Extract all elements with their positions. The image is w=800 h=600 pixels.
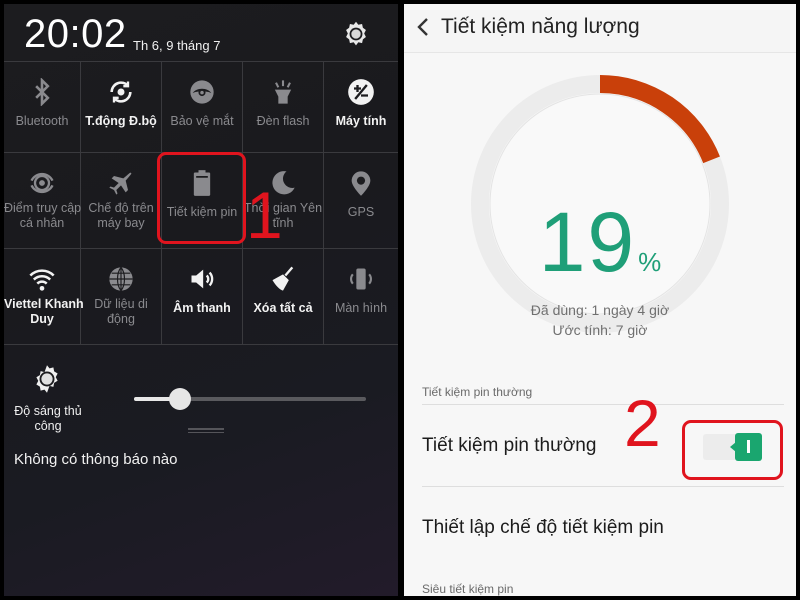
tile-label: Màn hình [334, 301, 388, 315]
percent-sign: % [638, 247, 662, 277]
tile-label-line2: Duy [30, 312, 54, 326]
tile-label: Bảo vệ mắt [170, 114, 234, 128]
bluetooth-icon [35, 78, 50, 106]
tile-label: GPS [347, 205, 375, 219]
tile-label-line2: động [107, 312, 135, 326]
brightness-slider[interactable] [134, 388, 366, 410]
airplane-icon [109, 172, 132, 195]
tile-label: Chế độ trên máy bay [81, 201, 161, 231]
settings-gear-icon[interactable] [342, 20, 370, 48]
tile-label: Bluetooth [15, 114, 69, 128]
no-notifications-text: Không có thông báo nào [14, 451, 178, 468]
tile-screen-rotation[interactable]: Màn hình [324, 249, 398, 344]
flashlight-icon [274, 80, 292, 104]
tile-label-line1: Dữ liệu di [94, 297, 148, 311]
tile-label: T.động Đ.bộ [85, 114, 157, 128]
wifi-icon [29, 269, 55, 291]
moon-icon [272, 171, 295, 195]
normal-saver-toggle[interactable] [703, 433, 763, 461]
saver-settings-item[interactable]: Thiết lập chế độ tiết kiệm pin [422, 517, 664, 539]
slider-thumb[interactable] [169, 388, 191, 410]
battery-icon [193, 170, 211, 196]
tiles-row: Viettel Khanh Duy Dữ liệu di động Âm thanh… [4, 248, 398, 345]
divider [422, 486, 784, 487]
tile-quiet-time[interactable]: Thời gian Yên tĩnh [243, 153, 324, 248]
tile-label-line1: Chế độ trên [88, 201, 154, 215]
sync-icon [110, 81, 132, 103]
tile-label-line1: Viettel Khanh [4, 297, 84, 311]
battery-gauge: 19% Đã dùng: 1 ngày 4 giờ Ước tính: 7 gi… [468, 72, 732, 338]
tile-label: Tiết kiệm pin [166, 205, 238, 219]
section-header-normal: Tiết kiệm pin thường [422, 385, 533, 399]
tiles-row: Bluetooth T.động Đ.bộ Bảo vệ mắt Đèn fla… [4, 61, 398, 152]
tile-label-line1: Điểm truy cập [4, 201, 82, 215]
tile-label-line1: Thời gian Yên [243, 201, 323, 215]
tile-battery-saver[interactable]: Tiết kiệm pin [162, 153, 243, 248]
tile-auto-sync[interactable]: T.động Đ.bộ [81, 62, 162, 152]
tile-calculator[interactable]: Máy tính [324, 62, 398, 152]
tile-label-line2: máy bay [97, 216, 145, 230]
eye-icon [190, 80, 214, 104]
tile-label: Viettel Khanh Duy [4, 297, 84, 327]
globe-icon [109, 266, 133, 292]
usage-time: Đã dùng: 1 ngày 4 giờ [530, 302, 670, 318]
back-arrow-icon[interactable] [416, 16, 430, 38]
tile-label: Đèn flash [256, 114, 310, 128]
brightness-label: Độ sáng thủ công [6, 404, 90, 434]
tile-airplane-mode[interactable]: Chế độ trên máy bay [81, 153, 162, 248]
clock: 20:02 [24, 12, 127, 56]
normal-saver-label[interactable]: Tiết kiệm pin thường [422, 435, 596, 457]
drag-handle[interactable] [188, 428, 224, 434]
tile-label: Dữ liệu di động [81, 297, 161, 327]
screen-rotate-icon [350, 268, 372, 290]
divider [422, 404, 784, 405]
tile-wifi[interactable]: Viettel Khanh Duy [4, 249, 84, 344]
tile-label-line2: cá nhân [19, 216, 65, 230]
tile-label: Xóa tất cả [253, 301, 313, 315]
battery-percent-value: 19 [538, 195, 637, 289]
tile-eye-protection[interactable]: Bảo vệ mắt [162, 62, 243, 152]
calculator-icon [348, 79, 374, 105]
battery-percent: 19% [468, 200, 732, 284]
tiles-row: Điểm truy cập cá nhân Chế độ trên máy bay … [4, 152, 398, 248]
tile-hotspot[interactable]: Điểm truy cập cá nhân [4, 153, 81, 248]
date: Th 6, 9 tháng 7 [133, 38, 221, 53]
gps-icon [351, 171, 371, 196]
tile-sound[interactable]: Âm thanh [162, 249, 243, 344]
speaker-icon [191, 269, 214, 289]
power-saving-screen: Tiết kiệm năng lượng 19% Đã dùng: 1 ngày… [404, 4, 796, 596]
annotation-number-2: 2 [624, 386, 661, 460]
tile-bluetooth[interactable]: Bluetooth [4, 62, 81, 152]
toggle-knob [730, 433, 762, 461]
tile-label: Âm thanh [173, 301, 231, 315]
brightness-icon[interactable] [32, 364, 62, 394]
page-title: Tiết kiệm năng lượng [441, 15, 640, 38]
brightness-label-line2: công [34, 419, 62, 433]
estimated-time: Ước tính: 7 giờ [552, 322, 648, 338]
brightness-label-line1: Độ sáng thủ [14, 404, 82, 418]
tile-label: Điểm truy cập cá nhân [4, 201, 82, 231]
tile-label: Máy tính [335, 114, 387, 128]
section-header-super: Siêu tiết kiệm pin [422, 582, 514, 596]
tile-clear-all[interactable]: Xóa tất cả [243, 249, 324, 344]
hotspot-icon [30, 172, 54, 194]
tile-gps[interactable]: GPS [324, 153, 398, 248]
tile-label-line2: tĩnh [272, 216, 294, 230]
tile-mobile-data[interactable]: Dữ liệu di động [81, 249, 162, 344]
tile-flashlight[interactable]: Đèn flash [243, 62, 324, 152]
app-header: Tiết kiệm năng lượng [404, 4, 796, 53]
tile-label: Thời gian Yên tĩnh [243, 201, 323, 231]
quick-settings-panel: 20:02 Th 6, 9 tháng 7 Bluetooth T.động Đ… [4, 4, 398, 596]
broom-icon [272, 266, 294, 291]
